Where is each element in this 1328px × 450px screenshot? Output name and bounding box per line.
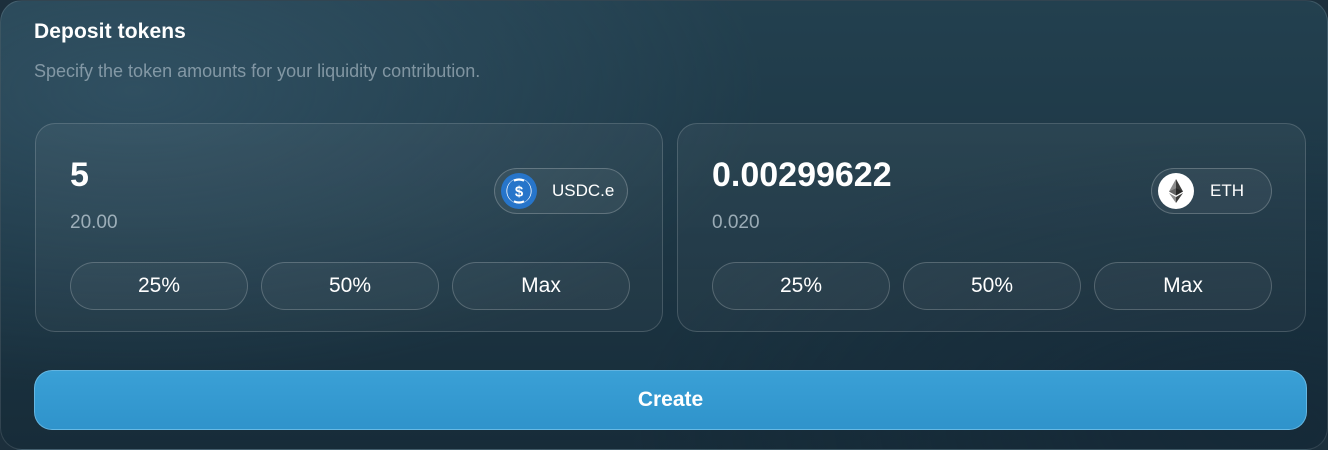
- percent-50-button[interactable]: 50%: [261, 262, 439, 310]
- deposit-tokens-panel: Deposit tokens Specify the token amounts…: [0, 0, 1328, 450]
- amount-input[interactable]: 5: [70, 156, 89, 195]
- create-button[interactable]: Create: [34, 370, 1307, 430]
- token-symbol: ETH: [1210, 181, 1244, 200]
- percent-buttons: 25% 50% Max: [70, 262, 630, 310]
- token-selector-usdc[interactable]: $ USDC.e: [494, 168, 628, 214]
- panel-title: Deposit tokens: [34, 20, 186, 43]
- max-button[interactable]: Max: [452, 262, 630, 310]
- usd-value: 0.020: [712, 212, 760, 233]
- usdc-icon: $: [501, 173, 537, 209]
- amount-input[interactable]: 0.00299622: [712, 156, 892, 195]
- token-symbol: USDC.e: [552, 181, 615, 200]
- panel-subtitle: Specify the token amounts for your liqui…: [34, 61, 481, 81]
- token-selector-eth[interactable]: ETH: [1151, 168, 1272, 214]
- percent-25-button[interactable]: 25%: [70, 262, 248, 310]
- percent-50-button[interactable]: 50%: [903, 262, 1081, 310]
- max-button[interactable]: Max: [1094, 262, 1272, 310]
- percent-25-button[interactable]: 25%: [712, 262, 890, 310]
- percent-buttons: 25% 50% Max: [712, 262, 1272, 310]
- token-input-card-eth: 0.00299622 0.020 ETH 25% 50% Max: [677, 123, 1306, 332]
- eth-icon: [1158, 173, 1194, 209]
- usd-value: 20.00: [70, 212, 118, 233]
- token-input-card-usdc: 5 20.00 $ USDC.e 25% 50% Max: [35, 123, 663, 332]
- svg-text:$: $: [515, 184, 524, 201]
